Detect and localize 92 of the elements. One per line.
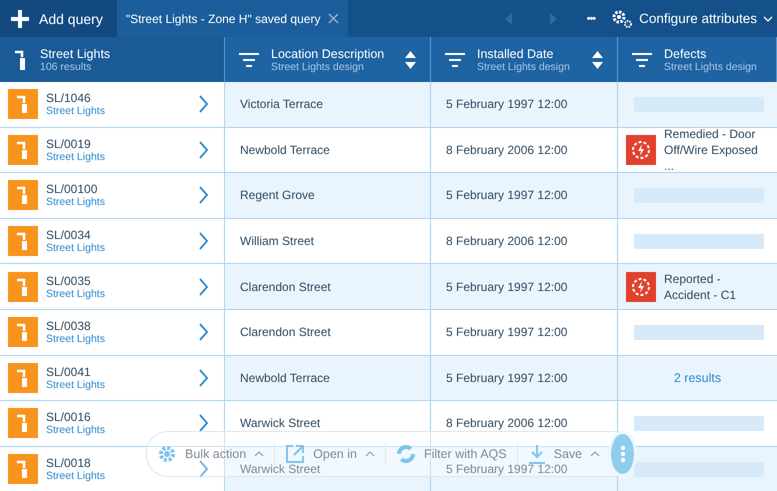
table-cell: Warwick Street (240, 416, 320, 430)
chevron-right-icon[interactable] (199, 186, 208, 204)
asset-type: Street Lights (46, 424, 105, 436)
column-title: Defects (664, 46, 708, 60)
asset-id[interactable]: SL/0038 (46, 319, 105, 334)
chevron-right-icon[interactable] (199, 140, 208, 159)
asset-type: Street Lights (46, 378, 105, 391)
asset-id[interactable]: SL/0018 (46, 456, 105, 470)
asset-id[interactable]: SL/0016 (46, 410, 105, 424)
street-light-icon (8, 454, 38, 484)
column-header[interactable]: Installed Date Street Lights design (431, 37, 618, 82)
chevron-right-icon[interactable] (199, 232, 208, 250)
street-light-icon (8, 272, 38, 302)
table-cell: Newbold Terrace (240, 370, 330, 385)
table-cell: 8 February 2006 12:00 (446, 416, 568, 430)
column-header[interactable]: Location Description Street Lights design (225, 37, 431, 82)
chevron-right-icon[interactable] (199, 414, 208, 432)
column-title: Location Description (271, 46, 384, 60)
caret-up-icon (364, 451, 375, 457)
sort-icon[interactable] (405, 50, 416, 68)
table-cell: 8 February 2006 12:00 (446, 234, 568, 248)
table-cell: Warwick Street (240, 462, 320, 476)
table-cell: Victoria Terrace (240, 97, 323, 112)
plus-icon (10, 8, 30, 28)
close-icon[interactable] (328, 13, 340, 24)
asset-id[interactable]: SL/0035 (46, 274, 105, 288)
table-cell: Clarendon Street (240, 325, 331, 340)
filter-icon[interactable] (239, 52, 259, 66)
asset-type: Street Lights (46, 470, 105, 482)
street-light-icon (8, 89, 38, 120)
table-cell: 8 February 2006 12:00 (446, 142, 568, 157)
chevron-right-icon[interactable] (199, 368, 208, 387)
street-light-icon (8, 180, 38, 210)
defect-icon (626, 134, 656, 165)
table-cell: 5 February 1997 12:00 (446, 325, 568, 340)
sort-icon[interactable] (592, 50, 603, 68)
street-light-icon (8, 134, 38, 165)
chevron-right-icon[interactable] (199, 323, 208, 342)
asset-type: Street Lights (46, 288, 105, 300)
download-icon (528, 444, 546, 464)
filter-icon[interactable] (445, 52, 465, 66)
table-cell: William Street (240, 234, 314, 248)
more-button[interactable]: ••• (574, 12, 608, 24)
column-subtitle: Street Lights design (664, 60, 757, 72)
caret-up-icon (590, 451, 600, 457)
table-cell: 5 February 1997 12:00 (446, 462, 568, 476)
defect-text: Remedied - Door Off/Wire Exposed ... (664, 126, 759, 174)
refresh-icon (396, 444, 416, 464)
asset-type: Street Lights (46, 242, 105, 254)
asset-id[interactable]: SL/00100 (46, 182, 105, 196)
street-light-icon (14, 48, 28, 70)
asset-id[interactable]: SL/0019 (46, 136, 105, 151)
street-light-icon (8, 362, 38, 393)
gear-icon (157, 444, 177, 464)
column-header[interactable]: Defects Street Lights design (618, 37, 777, 82)
street-light-icon (8, 317, 38, 348)
query-tab[interactable]: "Street Lights - Zone H" saved query (116, 0, 348, 37)
gear-icon (611, 8, 634, 28)
street-light-icon (8, 408, 38, 438)
column-title: Street Lights (40, 46, 110, 60)
caret-up-icon (254, 451, 264, 457)
asset-id[interactable]: SL/0041 (46, 364, 105, 379)
filter-icon[interactable] (632, 52, 652, 66)
table-cell: 5 February 1997 12:00 (446, 188, 568, 202)
table-cell: Regent Grove (240, 188, 315, 202)
column-title: Installed Date (477, 46, 554, 60)
asset-type: Street Lights (46, 333, 105, 346)
more-vertical-icon (620, 445, 626, 463)
chevron-right-icon[interactable] (199, 278, 208, 296)
chevron-down-icon (763, 16, 773, 22)
defect-text: Reported - Accident - C1 (664, 270, 738, 303)
column-subtitle: Street Lights design (477, 60, 570, 72)
table-cell: Clarendon Street (240, 280, 331, 294)
table-cell: Newbold Terrace (240, 142, 330, 157)
table-cell: 5 February 1997 12:00 (446, 370, 568, 385)
asset-type: Street Lights (46, 105, 105, 118)
asset-id[interactable]: SL/0034 (46, 228, 105, 242)
chevron-right-icon[interactable] (199, 460, 208, 478)
chevron-right-icon[interactable] (199, 95, 208, 114)
configure-attributes-button[interactable]: Configure attributes (607, 8, 777, 28)
street-light-icon (8, 226, 38, 256)
asset-type: Street Lights (46, 196, 105, 208)
open-external-icon (285, 444, 306, 464)
table-cell: 5 February 1997 12:00 (446, 97, 568, 112)
asset-id[interactable]: SL/1046 (46, 91, 105, 106)
add-query-button[interactable]: Add query (0, 0, 117, 37)
defect-icon (626, 272, 656, 302)
table-cell: 5 February 1997 12:00 (446, 280, 568, 294)
asset-type: Street Lights (46, 150, 105, 163)
tab-label: "Street Lights - Zone H" saved query (126, 12, 320, 26)
result-count: 106 results (40, 60, 92, 72)
column-subtitle: Street Lights design (271, 60, 364, 72)
